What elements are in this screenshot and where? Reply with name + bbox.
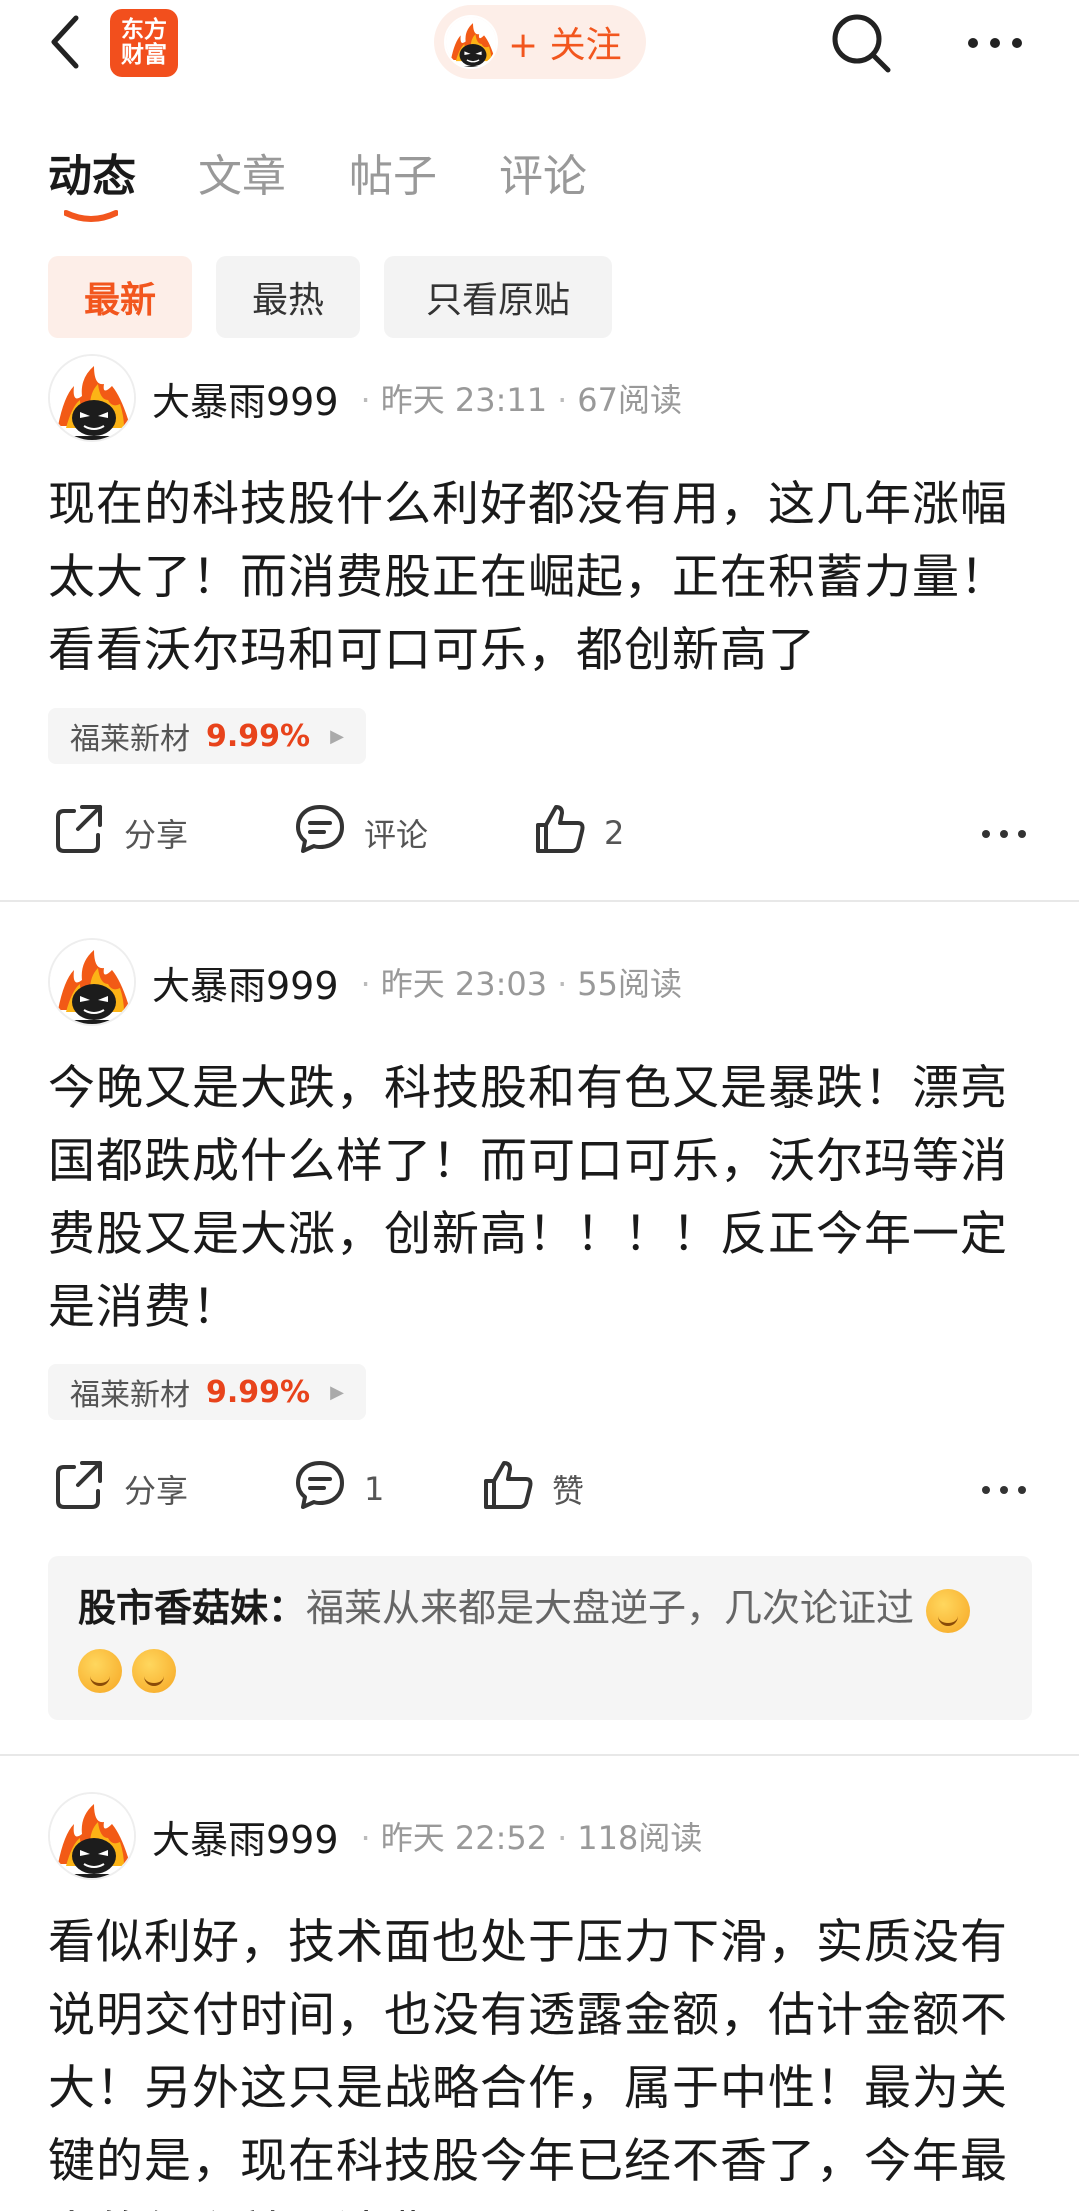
divider [0, 1754, 1079, 1756]
more-icon [967, 34, 1023, 53]
comment-icon [292, 801, 364, 865]
tab-posts[interactable]: 帖子 [349, 140, 437, 204]
back-icon [48, 14, 82, 74]
share-label: 分享 [124, 816, 189, 854]
more-button[interactable] [960, 18, 1030, 68]
stock-tag[interactable]: 福莱新材 9.99% ▶ [48, 1364, 366, 1420]
comment-text: 福莱从来都是大盘逆子，几次论证过 [306, 1586, 915, 1630]
post-header: 大暴雨999 · 昨天 23:11 · 67阅读 [48, 352, 682, 444]
comment-label: 评论 [364, 816, 429, 854]
tab-dynamic[interactable]: 动态 [48, 140, 136, 204]
stock-tag[interactable]: 福莱新材 9.99% ▶ [48, 708, 366, 764]
like-button[interactable]: 2 [532, 798, 624, 868]
share-button[interactable]: 分享 [52, 798, 188, 868]
stock-change: 9.99% [206, 1374, 311, 1410]
author-name[interactable]: 大暴雨999 [152, 1809, 339, 1864]
logo-text-line2: 财富 [121, 42, 167, 68]
post-time: 昨天 23:03 [380, 965, 548, 1003]
like-button[interactable]: 赞 [480, 1454, 584, 1524]
like-icon [532, 801, 604, 865]
author-name[interactable]: 大暴雨999 [152, 371, 339, 426]
post-header: 大暴雨999 · 昨天 23:03 · 55阅读 [48, 936, 682, 1028]
comment-count: 1 [364, 1470, 385, 1508]
post-item[interactable]: 大暴雨999 · 昨天 23:11 · 67阅读 现在的科技股什么利好都没有用，这几年… [0, 352, 1079, 900]
post-more-button[interactable] [974, 798, 1034, 868]
share-button[interactable]: 分享 [52, 1454, 188, 1524]
active-tab-indicator [63, 208, 119, 222]
post-more-button[interactable] [974, 1454, 1034, 1524]
read-count: 55阅读 [577, 965, 683, 1003]
divider [0, 900, 1079, 902]
emoji-icon [78, 1648, 122, 1693]
tab-comments[interactable]: 评论 [499, 140, 587, 204]
stock-name: 福莱新材 [70, 722, 190, 757]
filter-original-only[interactable]: 只看原贴 [384, 256, 612, 338]
play-triangle-icon: ▶ [330, 725, 344, 747]
read-count: 118阅读 [577, 1819, 703, 1857]
author-name[interactable]: 大暴雨999 [152, 955, 339, 1010]
emoji-icon [926, 1588, 971, 1633]
post-meta: · 昨天 22:52 · 118阅读 [360, 1819, 703, 1857]
comment-icon [292, 1457, 364, 1521]
post-header: 大暴雨999 · 昨天 22:52 · 118阅读 [48, 1790, 702, 1882]
search-icon [830, 12, 892, 78]
search-button[interactable] [826, 10, 896, 80]
play-triangle-icon: ▶ [330, 1381, 344, 1403]
post-text[interactable]: 今晚又是大跌，科技股和有色又是暴跌！漂亮国都跌成什么样了！而可口可乐，沃尔玛等消… [48, 1052, 1038, 1344]
comment-button[interactable]: 1 [292, 1454, 384, 1524]
share-icon [52, 801, 124, 865]
logo-text-line1: 东方 [121, 17, 167, 43]
tab-articles[interactable]: 文章 [198, 140, 286, 204]
like-count: 2 [604, 814, 625, 852]
post-item[interactable]: 大暴雨999 · 昨天 23:03 · 55阅读 今晚又是大跌，科技股和有色又是暴跌！… [0, 936, 1079, 1736]
avatar[interactable] [48, 1792, 136, 1880]
top-bar: 东方 财富 + 关注 [0, 0, 1079, 90]
share-icon [52, 1457, 124, 1521]
read-count: 67阅读 [577, 381, 683, 419]
comment-button[interactable]: 评论 [292, 798, 428, 868]
post-meta: · 昨天 23:11 · 67阅读 [360, 381, 683, 419]
avatar[interactable] [48, 354, 136, 442]
filter-hottest[interactable]: 最热 [216, 256, 360, 338]
comment-preview[interactable]: 股市香菇妹：福莱从来都是大盘逆子，几次论证过 [48, 1556, 1032, 1720]
avatar[interactable] [48, 938, 136, 1026]
more-icon [981, 1480, 1027, 1499]
back-button[interactable] [40, 14, 90, 74]
post-actions: 分享 1 赞 [0, 1454, 1079, 1524]
post-text[interactable]: 看似利好，技术面也处于压力下滑，实质没有说明交付时间，也没有透露金额，估计金额不… [48, 1906, 1038, 2211]
avatar [444, 15, 498, 69]
stock-name: 福莱新材 [70, 1378, 190, 1413]
post-meta: · 昨天 23:03 · 55阅读 [360, 965, 683, 1003]
post-text[interactable]: 现在的科技股什么利好都没有用，这几年涨幅太大了！而消费股正在崛起，正在积蓄力量！… [48, 468, 1038, 687]
comment-author[interactable]: 股市香菇妹： [78, 1586, 306, 1630]
post-item[interactable]: 大暴雨999 · 昨天 22:52 · 118阅读 看似利好，技术面也处于压力下滑，实… [0, 1790, 1079, 2211]
stock-change: 9.99% [206, 718, 311, 754]
emoji-icon [132, 1648, 176, 1693]
filter-latest[interactable]: 最新 [48, 256, 192, 338]
post-time: 昨天 23:11 [380, 381, 548, 419]
profile-tabs: 动态 文章 帖子 评论 [0, 130, 1079, 230]
more-icon [981, 824, 1027, 843]
like-label: 赞 [552, 1472, 585, 1510]
post-time: 昨天 22:52 [380, 1819, 548, 1857]
follow-label: + 关注 [508, 25, 622, 66]
like-icon [480, 1457, 552, 1521]
post-actions: 分享 评论 2 [0, 798, 1079, 868]
follow-button[interactable]: + 关注 [434, 5, 646, 79]
app-logo: 东方 财富 [110, 9, 178, 77]
share-label: 分享 [124, 1472, 189, 1510]
